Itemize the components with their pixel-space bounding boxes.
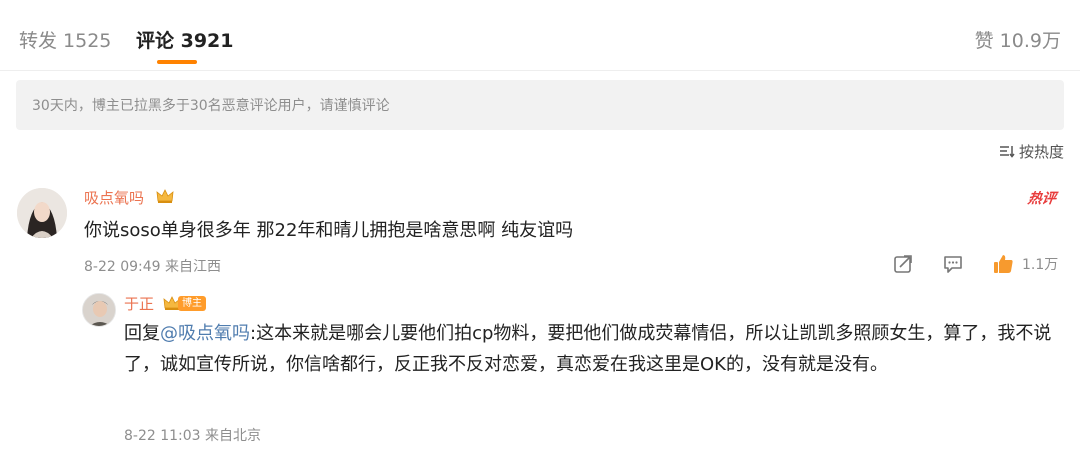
like-count: 1.1万	[1022, 257, 1059, 273]
comment-username[interactable]: 吸点氧吗	[84, 187, 144, 208]
tab-comment[interactable]: 评论 3921	[136, 26, 234, 53]
comment-notice: 30天内，博主已拉黑多于30名恶意评论用户，请谨慎评论	[16, 80, 1064, 130]
sort-button[interactable]: 按热度	[999, 141, 1064, 161]
reply-avatar-image	[83, 294, 115, 326]
reply-mention-link[interactable]: @吸点氧吗	[160, 323, 250, 344]
poster-badge: 博主	[178, 296, 206, 311]
hot-comment-badge: 热评	[1026, 191, 1057, 207]
sort-icon	[999, 146, 1015, 158]
tabs-divider	[0, 70, 1080, 71]
comment-meta: 8-22 09:49 来自江西	[84, 259, 222, 275]
avatar-image	[17, 188, 67, 238]
reply-prefix: 回复	[124, 323, 160, 344]
notice-text: 30天内，博主已拉黑多于30名恶意评论用户，请谨慎评论	[32, 98, 390, 114]
comment-text: 你说soso单身很多年 那22年和晴儿拥抱是啥意思啊 纯友谊吗	[84, 220, 574, 241]
reply-meta: 8-22 11:03 来自北京	[124, 428, 262, 444]
crown-icon	[156, 189, 174, 203]
active-tab-indicator	[157, 60, 197, 64]
reply-button[interactable]	[942, 253, 964, 275]
tab-repost[interactable]: 转发 1525	[19, 26, 111, 53]
comment-icon	[944, 256, 962, 273]
sort-label: 按热度	[1018, 142, 1064, 161]
share-button[interactable]	[892, 253, 914, 275]
comment-tabs: 转发 1525 评论 3921 赞 10.9万	[0, 0, 1080, 76]
reply-avatar[interactable]	[82, 293, 116, 327]
thumbs-up-icon	[994, 255, 1013, 273]
share-icon	[894, 255, 912, 273]
tab-like[interactable]: 赞 10.9万	[975, 26, 1061, 53]
reply-username[interactable]: 于正	[124, 293, 154, 314]
reply-body: :这本来就是哪会儿要他们拍cp物料，要把他们做成荧幕情侣，所以让凯凯多照顾女生，…	[124, 323, 1052, 375]
avatar[interactable]	[17, 188, 67, 238]
like-button[interactable]: 1.1万	[992, 253, 1058, 275]
reply-text: 回复@吸点氧吗:这本来就是哪会儿要他们拍cp物料，要把他们做成荧幕情侣，所以让凯…	[124, 318, 1074, 380]
